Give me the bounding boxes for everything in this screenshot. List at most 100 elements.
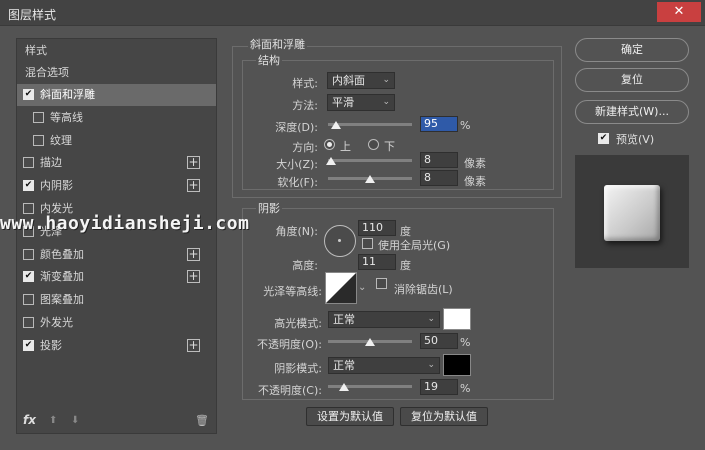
preview-label: 预览(V) xyxy=(616,133,655,146)
fx-icon[interactable]: fx xyxy=(23,413,36,427)
direction-down-radio[interactable] xyxy=(368,139,379,150)
gloss-contour-swatch[interactable] xyxy=(325,272,357,304)
style-label: 样式: xyxy=(292,77,318,90)
contour-curve-icon xyxy=(326,273,356,303)
opacity2-slider-thumb[interactable] xyxy=(338,383,349,391)
style-item-label: 图案叠加 xyxy=(40,293,84,307)
add-effect-icon[interactable]: + xyxy=(187,338,200,352)
check-icon: ✔ xyxy=(599,133,608,143)
structure-title: 结构 xyxy=(256,52,282,68)
size-slider-track[interactable] xyxy=(328,159,412,162)
style-item[interactable]: 等高线 xyxy=(17,107,216,129)
highlight-color-swatch[interactable] xyxy=(443,308,471,330)
chevron-down-icon[interactable]: ⌄ xyxy=(358,282,558,293)
new-style-button[interactable]: 新建样式(W)... xyxy=(575,100,689,124)
style-checkbox[interactable] xyxy=(23,294,34,306)
blend-options-item[interactable]: 混合选项 xyxy=(17,62,216,84)
style-checkbox[interactable]: ✔ xyxy=(23,180,34,192)
size-input[interactable]: 8 xyxy=(420,152,458,168)
settings-panel: 斜面和浮雕 结构 样式: 内斜面 ⌄ 方法: 平滑 ⌄ 深度(D): 95 % … xyxy=(232,36,562,434)
style-item-label: 渐变叠加 xyxy=(40,270,84,284)
style-item-label: 等高线 xyxy=(50,110,83,124)
method-dropdown[interactable]: 平滑 ⌄ xyxy=(327,94,395,111)
highlight-mode-dropdown[interactable]: 正常 ⌄ xyxy=(328,311,440,328)
ok-button[interactable]: 确定 xyxy=(575,38,689,62)
trash-icon[interactable]: 🗑 xyxy=(195,414,209,427)
highlight-mode-label: 高光模式: xyxy=(274,317,322,330)
style-dropdown[interactable]: 内斜面 ⌄ xyxy=(327,72,395,89)
direction-up-label: 上 xyxy=(340,140,351,153)
direction-up-radio[interactable] xyxy=(324,139,335,150)
size-slider-thumb[interactable] xyxy=(325,157,336,165)
style-item[interactable]: ✔ 渐变叠加 + xyxy=(17,266,216,288)
reset-default-button[interactable]: 复位为默认值 xyxy=(400,407,488,426)
style-checkbox[interactable] xyxy=(23,317,34,328)
style-item[interactable]: 图案叠加 xyxy=(17,289,216,311)
set-default-button[interactable]: 设置为默认值 xyxy=(306,407,394,426)
opacity1-slider-thumb[interactable] xyxy=(365,338,375,346)
style-checkbox[interactable] xyxy=(33,111,44,123)
soften-slider-thumb[interactable] xyxy=(365,175,375,183)
style-checkbox[interactable] xyxy=(23,248,34,260)
chevron-down-icon: ⌄ xyxy=(382,75,390,85)
shadow-color-swatch[interactable] xyxy=(443,354,471,376)
soften-unit: 像素 xyxy=(464,175,486,188)
angle-dial[interactable] xyxy=(324,225,356,257)
styles-toolbar: fx ⬆ ⬇ 🗑 xyxy=(17,411,216,433)
soften-label: 软化(F): xyxy=(277,176,318,189)
move-up-icon[interactable]: ⬆ xyxy=(49,415,57,426)
preview-checkbox[interactable]: ✔ xyxy=(598,133,609,144)
shadow-mode-dropdown[interactable]: 正常 ⌄ xyxy=(328,357,440,374)
chevron-down-icon: ⌄ xyxy=(427,314,435,324)
style-item[interactable]: 外发光 xyxy=(17,312,216,334)
style-item-label: 投影 xyxy=(40,338,62,352)
soften-input[interactable]: 8 xyxy=(420,170,458,186)
opacity1-input[interactable]: 50 xyxy=(420,333,458,349)
add-effect-icon[interactable]: + xyxy=(187,156,200,170)
style-item[interactable]: 描边 + xyxy=(17,152,216,174)
style-item[interactable]: ✔ 内阴影 + xyxy=(17,175,216,197)
style-item-label: 内阴影 xyxy=(40,179,73,193)
style-item[interactable]: 颜色叠加 + xyxy=(17,244,216,266)
move-down-icon[interactable]: ⬇ xyxy=(71,415,79,426)
style-checkbox[interactable] xyxy=(23,157,34,169)
chevron-down-icon: ⌄ xyxy=(427,360,435,370)
altitude-label: 高度: xyxy=(292,259,318,272)
altitude-input[interactable]: 11 xyxy=(358,254,396,270)
antialias-label: 消除锯齿(L) xyxy=(394,283,453,296)
check-icon: ✔ xyxy=(24,339,33,350)
add-effect-icon[interactable]: + xyxy=(187,247,200,261)
depth-input[interactable]: 95 xyxy=(420,116,458,132)
check-icon: ✔ xyxy=(24,89,33,99)
style-item-label: 斜面和浮雕 xyxy=(40,88,95,101)
style-item-label: 颜色叠加 xyxy=(40,247,84,261)
close-button[interactable]: ✕ xyxy=(657,2,701,22)
antialias-checkbox[interactable] xyxy=(376,278,387,289)
depth-slider-thumb[interactable] xyxy=(330,121,341,129)
style-checkbox[interactable]: ✔ xyxy=(23,339,34,351)
shadow-mode-label: 阴影模式: xyxy=(274,362,322,375)
method-label: 方法: xyxy=(292,99,318,112)
check-icon: ✔ xyxy=(24,271,33,282)
direction-label: 方向: xyxy=(292,141,318,154)
opacity2-input[interactable]: 19 xyxy=(420,379,458,395)
global-light-checkbox[interactable] xyxy=(362,238,373,249)
angle-input[interactable]: 110 xyxy=(358,220,396,236)
size-unit: 像素 xyxy=(464,157,486,170)
styles-list: 样式 混合选项 ✔ 斜面和浮雕 等高线 纹理 描边 + ✔ 内阴影 + 内发光 光泽 颜色叠加 + ✔ 渐变… xyxy=(16,38,217,434)
style-item[interactable]: ✔ 投影 + xyxy=(17,335,216,357)
reset-button[interactable]: 复位 xyxy=(575,68,689,92)
style-item[interactable]: ✔ 斜面和浮雕 xyxy=(17,84,216,106)
style-checkbox[interactable]: ✔ xyxy=(23,89,34,100)
altitude-unit: 度 xyxy=(400,259,411,272)
add-effect-icon[interactable]: + xyxy=(187,179,200,193)
opacity1-label: 不透明度(O): xyxy=(257,338,322,351)
style-item[interactable]: 纹理 xyxy=(17,130,216,152)
style-checkbox[interactable]: ✔ xyxy=(23,271,34,283)
styles-header[interactable]: 样式 xyxy=(17,40,216,62)
bevel-group-title: 斜面和浮雕 xyxy=(248,36,307,52)
add-effect-icon[interactable]: + xyxy=(187,270,200,284)
style-checkbox[interactable] xyxy=(33,134,44,146)
opacity2-label: 不透明度(C): xyxy=(258,384,322,397)
direction-down-label: 下 xyxy=(384,140,395,153)
